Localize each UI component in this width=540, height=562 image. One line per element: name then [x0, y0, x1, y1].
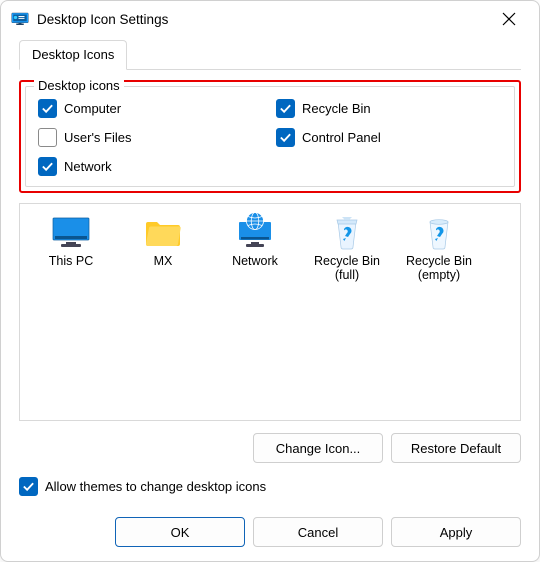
icon-caption: Recycle Bin (empty): [396, 254, 482, 283]
window-frame: Desktop Icon Settings Desktop Icons Desk…: [0, 0, 540, 562]
recycle-bin-empty-icon: [422, 214, 456, 250]
checkbox-label: Computer: [64, 101, 121, 116]
dialog-button-row: OK Cancel Apply: [115, 517, 521, 547]
icon-caption: MX: [120, 254, 206, 268]
checkbox-label: Control Panel: [302, 130, 381, 145]
checkmark-icon: [19, 477, 38, 496]
icon-item-network[interactable]: Network: [212, 214, 298, 268]
titlebar: Desktop Icon Settings: [1, 1, 539, 37]
network-icon: [235, 212, 275, 250]
icon-item-this-pc[interactable]: This PC: [28, 214, 114, 268]
cancel-button[interactable]: Cancel: [253, 517, 383, 547]
group-legend: Desktop icons: [34, 78, 124, 93]
checkbox-grid: Computer Recycle Bin User's Files: [38, 99, 502, 176]
client-area: Desktop Icons Desktop icons Computer: [1, 37, 539, 508]
tab-desktop-icons[interactable]: Desktop Icons: [19, 40, 127, 70]
checkbox-empty-icon: [38, 128, 57, 147]
ok-button[interactable]: OK: [115, 517, 245, 547]
icon-action-row: Change Icon... Restore Default: [19, 433, 521, 463]
tabstrip: Desktop Icons: [19, 41, 521, 70]
icon-caption: Recycle Bin (full): [304, 254, 390, 283]
checkmark-icon: [276, 99, 295, 118]
checkbox-label: Allow themes to change desktop icons: [45, 479, 266, 494]
icon-preview-list: This PC MX: [19, 203, 521, 421]
apply-button[interactable]: Apply: [391, 517, 521, 547]
checkbox-allow-themes[interactable]: Allow themes to change desktop icons: [19, 477, 521, 496]
checkmark-icon: [38, 99, 57, 118]
icon-caption: This PC: [28, 254, 114, 268]
checkmark-icon: [276, 128, 295, 147]
checkbox-network[interactable]: Network: [38, 157, 264, 176]
restore-default-button[interactable]: Restore Default: [391, 433, 521, 463]
group-desktop-icons: Desktop icons Computer Recycle Bin: [25, 86, 515, 187]
checkbox-users-files[interactable]: User's Files: [38, 128, 264, 147]
icon-item-recycle-empty[interactable]: Recycle Bin (empty): [396, 214, 482, 283]
app-icon: [11, 10, 29, 28]
close-icon: [502, 12, 516, 26]
checkbox-label: Network: [64, 159, 112, 174]
checkbox-control-panel[interactable]: Control Panel: [276, 128, 502, 147]
checkbox-label: User's Files: [64, 130, 132, 145]
folder-icon: [143, 216, 183, 250]
window-title: Desktop Icon Settings: [37, 12, 489, 27]
icon-item-user-folder[interactable]: MX: [120, 214, 206, 268]
icon-caption: Network: [212, 254, 298, 268]
highlight-annotation: Desktop icons Computer Recycle Bin: [19, 80, 521, 193]
icon-item-recycle-full[interactable]: Recycle Bin (full): [304, 214, 390, 283]
checkbox-computer[interactable]: Computer: [38, 99, 264, 118]
recycle-bin-full-icon: [330, 214, 364, 250]
close-button[interactable]: [489, 1, 529, 37]
checkbox-recycle-bin[interactable]: Recycle Bin: [276, 99, 502, 118]
change-icon-button[interactable]: Change Icon...: [253, 433, 383, 463]
monitor-icon: [51, 216, 91, 250]
checkbox-label: Recycle Bin: [302, 101, 371, 116]
checkmark-icon: [38, 157, 57, 176]
